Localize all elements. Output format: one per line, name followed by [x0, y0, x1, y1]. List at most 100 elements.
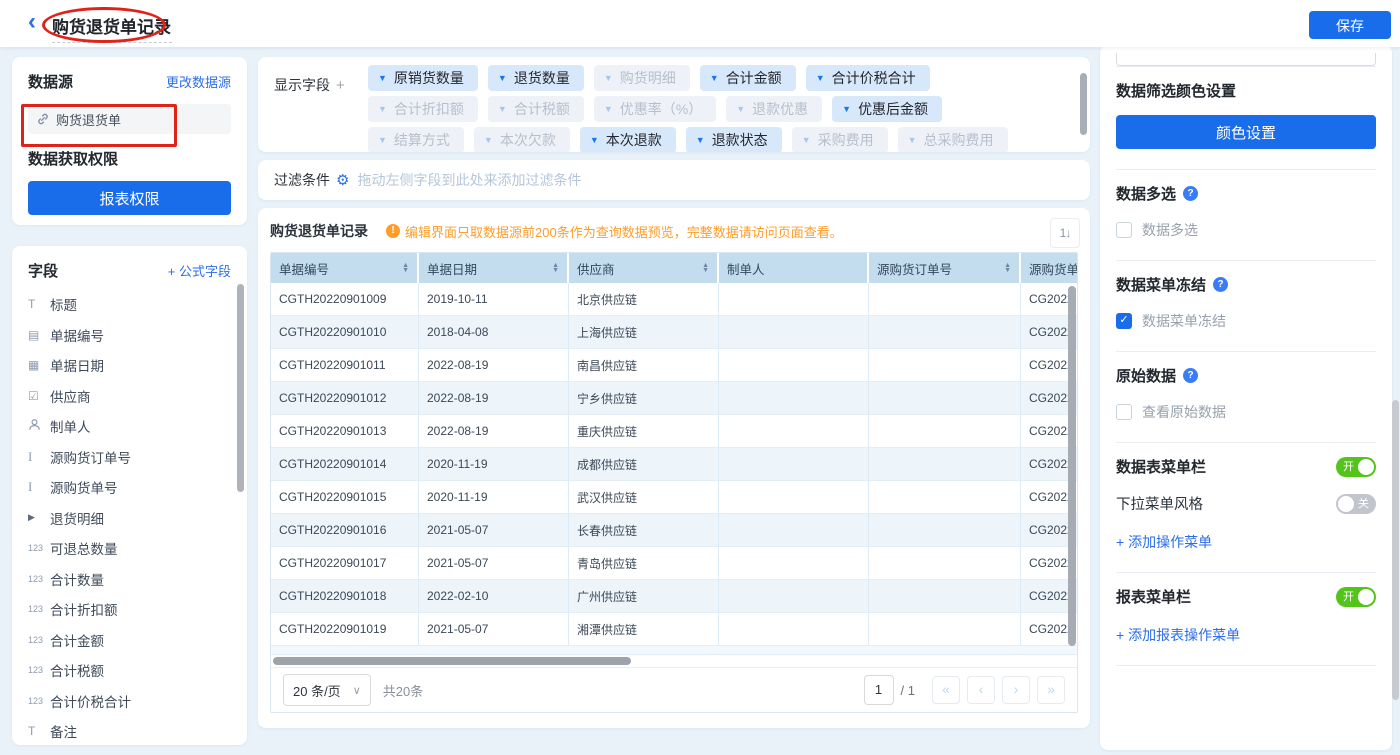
- help-icon[interactable]: ?: [1183, 368, 1198, 383]
- display-field-chip[interactable]: ▼合计价税合计: [806, 65, 930, 91]
- table-cell: 2021-05-07: [419, 613, 569, 646]
- display-field-chip[interactable]: ▼总采购费用: [898, 127, 1008, 152]
- help-icon[interactable]: ?: [1213, 277, 1228, 292]
- next-page-button[interactable]: ›: [1002, 676, 1030, 704]
- column-header[interactable]: 单据日期▲▼: [419, 253, 569, 283]
- raw-data-checkbox-row[interactable]: 查看原始数据: [1116, 402, 1376, 422]
- add-report-action-menu-link[interactable]: + 添加报表操作菜单: [1116, 625, 1376, 645]
- column-header[interactable]: 单据编号 ▲▼: [271, 253, 419, 283]
- field-item[interactable]: 123合计价税合计: [28, 686, 237, 717]
- add-display-field-icon[interactable]: +: [336, 77, 345, 94]
- display-field-chip[interactable]: ▼采购费用: [792, 127, 888, 152]
- column-header[interactable]: 制单人: [719, 253, 869, 283]
- display-field-chip[interactable]: ▼购货明细: [594, 65, 690, 91]
- clipped-setting-box: [1116, 53, 1376, 66]
- table-row[interactable]: CGTH202209010182022-02-10广州供应链CG2022: [271, 580, 1078, 613]
- sort-order-button[interactable]: 1↓: [1050, 218, 1080, 248]
- sort-arrows-icon[interactable]: ▲▼: [402, 263, 409, 273]
- table-row[interactable]: CGTH202209010092019-10-11北京供应链CG2022: [271, 283, 1078, 316]
- column-header[interactable]: 供应商▲▼: [569, 253, 719, 283]
- sort-arrows-icon[interactable]: ▲▼: [552, 263, 559, 273]
- data-table: 单据编号▲▼单据日期▲▼供应商▲▼制单人源购货订单号▲▼源购货单 CGTH202…: [270, 252, 1078, 713]
- display-field-chip[interactable]: ▼合计折扣额: [368, 96, 478, 122]
- fields-scrollbar[interactable]: [237, 284, 244, 492]
- color-settings-button[interactable]: 颜色设置: [1116, 115, 1376, 149]
- display-field-chip[interactable]: ▼优惠后金额: [832, 96, 942, 122]
- field-item[interactable]: 123合计税额: [28, 655, 237, 686]
- table-row[interactable]: CGTH202209010152020-11-19武汉供应链CG2022: [271, 481, 1078, 514]
- field-item[interactable]: T标题: [28, 289, 237, 320]
- window-scrollbar[interactable]: [1392, 400, 1399, 700]
- table-row[interactable]: CGTH202209010102018-04-08上海供应链CG2022: [271, 316, 1078, 349]
- field-item[interactable]: 123可退总数量: [28, 533, 237, 564]
- back-icon[interactable]: ‹: [28, 8, 36, 36]
- report-designer-app: ‹ 购货退货单记录 保存 数据源 更改数据源 购货退货单 数据获取权限 报表权限…: [0, 0, 1400, 755]
- table-cell: 2021-05-07: [419, 547, 569, 580]
- current-page-input[interactable]: 1: [864, 675, 894, 705]
- caret-down-icon: ▼: [378, 135, 387, 145]
- field-item[interactable]: I源购货订单号: [28, 442, 237, 473]
- table-row[interactable]: CGTH202209010192021-05-07湘潭供应链CG2022: [271, 613, 1078, 646]
- field-item[interactable]: ▶退货明细: [28, 503, 237, 534]
- column-header[interactable]: 源购货订单号▲▼: [869, 253, 1021, 283]
- checkbox[interactable]: [1116, 404, 1132, 420]
- table-row[interactable]: CGTH202209010122022-08-19宁乡供应链CG2022: [271, 382, 1078, 415]
- display-field-chip[interactable]: ▼退货数量: [488, 65, 584, 91]
- field-item[interactable]: I源购货单号: [28, 472, 237, 503]
- field-item[interactable]: 123合计折扣额: [28, 594, 237, 625]
- chips-scrollbar[interactable]: [1080, 73, 1087, 135]
- field-item[interactable]: ▦单据日期: [28, 350, 237, 381]
- sort-arrows-icon[interactable]: ▲▼: [702, 263, 709, 273]
- checkbox[interactable]: ✓: [1116, 313, 1132, 329]
- display-field-chip[interactable]: ▼原销货数量: [368, 65, 478, 91]
- display-field-chip[interactable]: ▼本次退款: [580, 127, 676, 152]
- horizontal-scrollbar-thumb[interactable]: [273, 657, 631, 665]
- first-page-button[interactable]: «: [932, 676, 960, 704]
- change-datasource-link[interactable]: 更改数据源: [166, 72, 231, 91]
- menu-freeze-checkbox-row[interactable]: ✓ 数据菜单冻结: [1116, 311, 1376, 331]
- display-field-chip[interactable]: ▼优惠率（%）: [594, 96, 716, 122]
- report-menu-toggle[interactable]: 开: [1336, 587, 1376, 607]
- table-cell: [869, 514, 1021, 547]
- display-field-chip[interactable]: ▼本次欠款: [474, 127, 570, 152]
- table-row[interactable]: CGTH202209010132022-08-19重庆供应链CG2022: [271, 415, 1078, 448]
- column-header-label: 单据编号: [279, 259, 329, 278]
- sort-arrows-icon[interactable]: ▲▼: [1004, 263, 1011, 273]
- table-row[interactable]: CGTH202209010172021-05-07青岛供应链CG2022: [271, 547, 1078, 580]
- chip-label: 退款状态: [712, 130, 768, 150]
- multi-select-checkbox-row[interactable]: 数据多选: [1116, 220, 1376, 240]
- field-item[interactable]: 制单人: [28, 411, 237, 442]
- table-vertical-scrollbar[interactable]: [1068, 286, 1076, 646]
- field-item[interactable]: 123合计数量: [28, 564, 237, 595]
- dropdown-style-toggle[interactable]: 关: [1336, 494, 1376, 514]
- column-header[interactable]: 源购货单: [1021, 253, 1078, 283]
- checkbox[interactable]: [1116, 222, 1132, 238]
- save-button[interactable]: 保存: [1309, 11, 1391, 39]
- display-field-chip[interactable]: ▼退款优惠: [726, 96, 822, 122]
- display-field-chip[interactable]: ▼结算方式: [368, 127, 464, 152]
- display-field-chip[interactable]: ▼合计税额: [488, 96, 584, 122]
- table-cell: [869, 580, 1021, 613]
- report-permission-button[interactable]: 报表权限: [28, 181, 231, 215]
- field-item[interactable]: ☑供应商: [28, 381, 237, 412]
- table-menu-toggle[interactable]: 开: [1336, 457, 1376, 477]
- chip-label: 采购费用: [818, 130, 874, 150]
- table-row[interactable]: CGTH202209010112022-08-19南昌供应链CG2022: [271, 349, 1078, 382]
- field-item[interactable]: 123合计金额: [28, 625, 237, 656]
- page-size-select[interactable]: 20 条/页 ∨: [283, 674, 371, 706]
- add-formula-field-link[interactable]: + 公式字段: [168, 261, 231, 280]
- caret-down-icon: ▼: [842, 104, 851, 114]
- field-item[interactable]: T备注: [28, 716, 237, 745]
- display-field-chip[interactable]: ▼退款状态: [686, 127, 782, 152]
- gear-icon[interactable]: ⚙: [336, 171, 349, 189]
- table-row[interactable]: CGTH202209010142020-11-19成都供应链CG2022: [271, 448, 1078, 481]
- add-action-menu-link[interactable]: + 添加操作菜单: [1116, 532, 1376, 552]
- page-title[interactable]: 购货退货单记录: [52, 13, 172, 43]
- prev-page-button[interactable]: ‹: [967, 676, 995, 704]
- display-field-chip[interactable]: ▼合计金额: [700, 65, 796, 91]
- field-item[interactable]: ▤单据编号: [28, 320, 237, 351]
- last-page-button[interactable]: »: [1037, 676, 1065, 704]
- datasource-item[interactable]: 购货退货单: [28, 104, 231, 134]
- table-row[interactable]: CGTH202209010162021-05-07长春供应链CG2022: [271, 514, 1078, 547]
- help-icon[interactable]: ?: [1183, 186, 1198, 201]
